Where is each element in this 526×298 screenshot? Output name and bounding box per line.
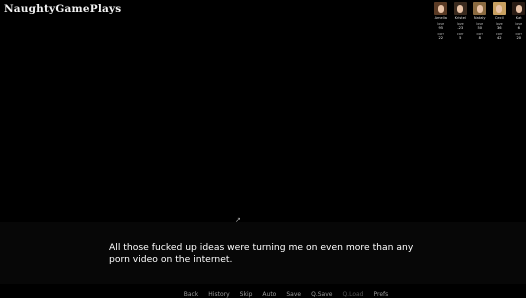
portrait-face [457, 5, 464, 13]
character-name: Cecil [494, 16, 504, 20]
dialogue-text: All those fucked up ideas were turning m… [109, 242, 414, 265]
corr-value: 22 [438, 36, 444, 40]
quick-save-button[interactable]: Q.Save [311, 291, 332, 298]
portrait-face [515, 5, 522, 13]
character-name: Amelia [434, 16, 447, 20]
game-logo: NaughtyGamePlays [4, 3, 122, 15]
auto-button[interactable]: Auto [262, 291, 276, 298]
portrait-face [437, 5, 444, 13]
corr-value: 42 [496, 36, 502, 40]
prefs-button[interactable]: Prefs [373, 291, 388, 298]
character-stats-panel: Amelia love 95 corr 22 Kristel love -23 … [432, 2, 526, 40]
character-stat-nataly: Nataly love 50 corr 8 [471, 2, 489, 40]
love-value: -23 [457, 26, 464, 30]
character-stat-kristel: Kristel love -23 corr 5 [452, 2, 470, 40]
portrait-face [476, 5, 483, 13]
quick-menu: Back History Skip Auto Save Q.Save Q.Loa… [0, 291, 526, 298]
character-portrait [512, 2, 526, 15]
character-stat-cecil: Cecil love 36 corr 42 [491, 2, 509, 40]
character-stat-amelia: Amelia love 95 corr 22 [432, 2, 450, 40]
character-name: Nataly [473, 16, 486, 20]
back-button[interactable]: Back [184, 291, 199, 298]
corr-value: 5 [459, 36, 462, 40]
love-value: 6 [517, 26, 520, 30]
history-button[interactable]: History [208, 291, 229, 298]
save-button[interactable]: Save [286, 291, 301, 298]
portrait-face [496, 5, 503, 13]
character-portrait [434, 2, 448, 15]
corr-value: 20 [516, 36, 522, 40]
character-portrait [492, 2, 506, 15]
skip-button[interactable]: Skip [240, 291, 253, 298]
quick-load-button[interactable]: Q.Load [342, 291, 363, 298]
love-value: 36 [496, 26, 502, 30]
love-value: 50 [477, 26, 483, 30]
character-portrait [473, 2, 487, 15]
character-stat-kat: Kat love 6 corr 20 [510, 2, 526, 40]
love-value: 95 [438, 26, 444, 30]
character-name: Kat [515, 16, 522, 20]
character-name: Kristel [454, 16, 466, 20]
corr-value: 8 [478, 36, 481, 40]
character-portrait [453, 2, 467, 15]
